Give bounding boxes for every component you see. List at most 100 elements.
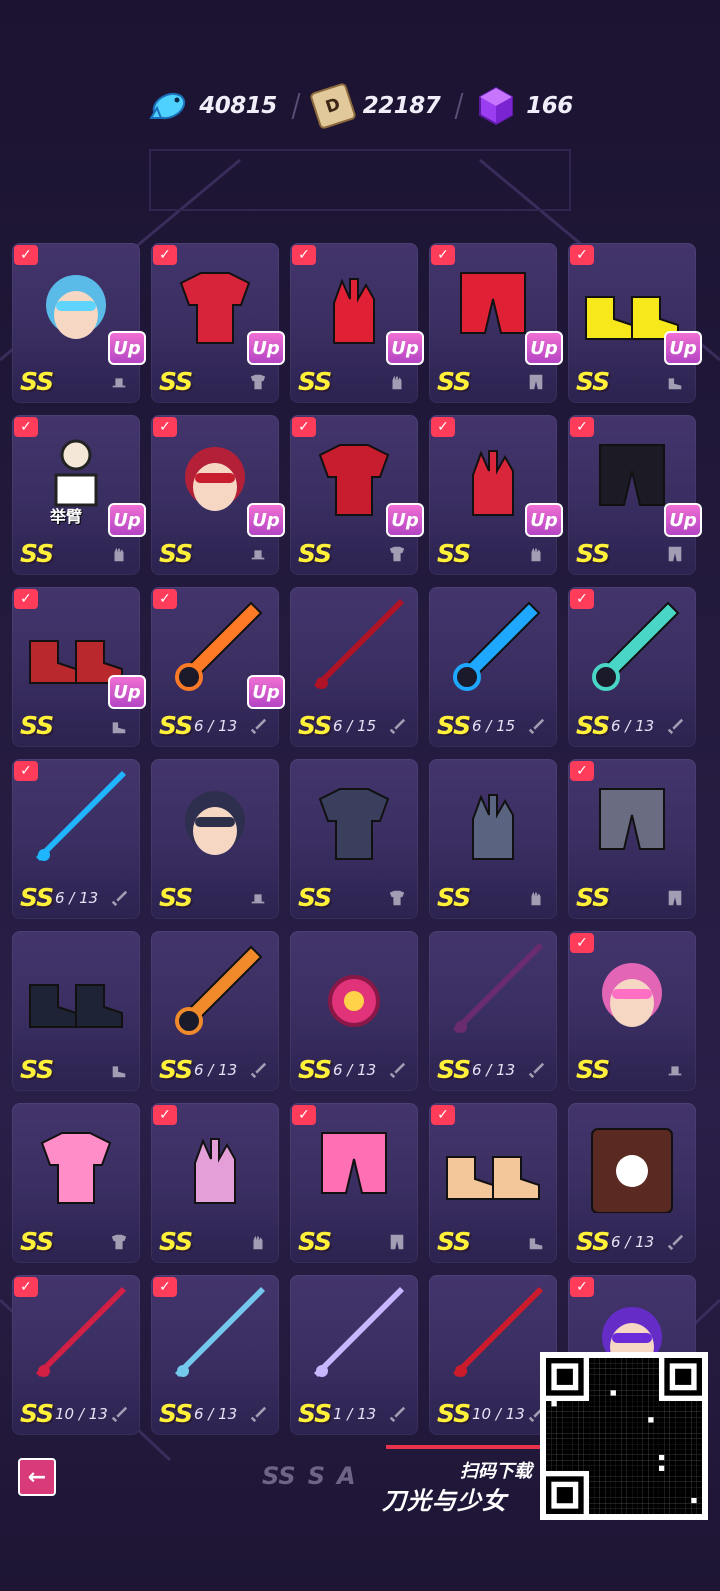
item-shuriken-spear[interactable]: ✓ SS 6 / 13	[12, 759, 140, 919]
item-christmas-coat[interactable]: ✓ Up SS	[290, 415, 424, 575]
item-christmas-gloves[interactable]: ✓ Up SS	[429, 415, 563, 575]
owned-check-icon: ✓	[431, 245, 455, 265]
item-christmas-boots[interactable]: ✓ Up SS	[12, 587, 146, 747]
item-crimson-katana[interactable]: SS 6 / 15	[290, 587, 418, 747]
item-pink-hair-image	[602, 963, 662, 1027]
upgrade-badge: Up	[247, 675, 285, 709]
item-red-bodysuit[interactable]: ✓ Up SS	[151, 243, 285, 403]
owned-check-icon: ✓	[292, 417, 316, 437]
owned-check-icon: ✓	[14, 761, 38, 781]
item-spiked-mace-image	[36, 1287, 126, 1377]
grade-label: SS	[298, 883, 332, 912]
item-yoyo-image	[328, 975, 380, 1027]
item-pink-shorts[interactable]: ✓ SS	[290, 1103, 418, 1263]
grade-label: SS	[437, 367, 471, 396]
grade-filter-bar: SS S A	[262, 1462, 356, 1490]
item-gold-bracelets[interactable]: ✓ SS	[151, 1103, 279, 1263]
item-candy-sword[interactable]: ✓ SS 6 / 13	[568, 587, 696, 747]
glove-slot-icon	[253, 1235, 263, 1250]
item-carrot-sword[interactable]: ✓ Up SS 6 / 13	[151, 587, 285, 747]
shoe-slot-icon	[112, 1066, 126, 1078]
top-slot-icon	[111, 1234, 127, 1250]
grade-label: SS	[437, 1055, 471, 1084]
grade-label: SS	[437, 711, 471, 740]
item-yoyo[interactable]: SS 6 / 13	[290, 931, 418, 1091]
item-lance[interactable]: SS 1 / 13	[290, 1275, 418, 1435]
upgrade-badge: Up	[386, 503, 424, 537]
grade-label: SS	[298, 367, 332, 396]
back-button[interactable]: ←	[18, 1458, 56, 1496]
item-mecha-boots[interactable]: SS	[12, 931, 140, 1091]
upgrade-badge: Up	[247, 331, 285, 365]
currency-cube: 166	[474, 84, 573, 128]
owned-check-icon: ✓	[570, 417, 594, 437]
item-lance-image	[314, 1287, 404, 1377]
qr-code[interactable]	[540, 1352, 708, 1520]
grade-label: SS	[159, 1227, 193, 1256]
owned-check-icon: ✓	[153, 1277, 177, 1297]
owned-check-icon: ✓	[14, 245, 38, 265]
grade-label: SS	[20, 711, 54, 740]
fish-coin-icon	[149, 92, 186, 120]
sword-slot-icon	[250, 1062, 267, 1079]
item-mecha-gauntlet[interactable]: SS	[429, 759, 557, 919]
filter-a[interactable]: A	[337, 1462, 356, 1490]
item-cyber-blade[interactable]: SS 6 / 15	[429, 587, 557, 747]
item-crimson-katana-image	[314, 599, 404, 689]
currency-bar: 40815 D 22187 166	[0, 78, 720, 134]
grade-label: SS	[298, 1227, 332, 1256]
owned-check-icon: ✓	[570, 1277, 594, 1297]
filter-ss[interactable]: SS	[262, 1462, 296, 1490]
owned-check-icon: ✓	[153, 245, 177, 265]
item-mecha-greaves-image	[599, 788, 665, 850]
shard-count: 6 / 13	[194, 1061, 238, 1079]
item-yellow-shoes[interactable]: ✓ Up SS	[568, 243, 702, 403]
grade-label: SS	[576, 1227, 610, 1256]
upgrade-badge: Up	[386, 331, 424, 365]
shoe-slot-icon	[529, 1238, 543, 1250]
shard-count: 6 / 13	[194, 1405, 238, 1423]
grade-label: SS	[20, 1399, 54, 1428]
item-snowflake-staff[interactable]: ✓ SS 6 / 13	[151, 1275, 279, 1435]
item-reindeer-hat[interactable]: ✓ Up SS	[151, 415, 285, 575]
item-bunny-bag-image	[591, 1128, 673, 1213]
item-mecha-armor-image	[318, 788, 390, 860]
item-raise-arm-emote[interactable]: 举臂 ✓ Up SS	[12, 415, 146, 575]
item-mecha-greaves[interactable]: ✓ SS	[568, 759, 696, 919]
grade-label: SS	[576, 1055, 610, 1084]
item-dark-scythe[interactable]: SS 6 / 13	[429, 931, 557, 1091]
upgrade-badge: Up	[664, 503, 702, 537]
owned-check-icon: ✓	[570, 589, 594, 609]
hat-slot-icon	[112, 378, 126, 388]
item-red-hammer[interactable]: SS 10 / 13	[429, 1275, 557, 1435]
item-red-shorts[interactable]: ✓ Up SS	[429, 243, 563, 403]
grade-label: SS	[159, 539, 193, 568]
item-visor-helmet[interactable]: ✓ Up SS	[12, 243, 146, 403]
item-dark-scythe-image	[453, 943, 543, 1033]
grade-label: SS	[20, 367, 54, 396]
grade-label: SS	[159, 367, 193, 396]
item-angel-boots[interactable]: ✓ SS	[429, 1103, 557, 1263]
grade-label: SS	[437, 1399, 471, 1428]
shard-count: 10 / 13	[472, 1405, 525, 1423]
filter-s[interactable]: S	[308, 1462, 325, 1490]
item-bunny-bag[interactable]: SS 6 / 13	[568, 1103, 696, 1263]
hat-slot-icon	[251, 894, 265, 904]
grade-label: SS	[298, 539, 332, 568]
item-flame-blade[interactable]: SS 6 / 13	[151, 931, 279, 1091]
item-pink-hair[interactable]: ✓ SS	[568, 931, 696, 1091]
item-pink-angel-dress[interactable]: SS	[12, 1103, 140, 1263]
bottom-slot-icon	[529, 374, 543, 390]
item-mecha-helmet[interactable]: SS	[151, 759, 279, 919]
upgrade-badge: Up	[525, 331, 563, 365]
currency-fish: 40815	[147, 84, 301, 128]
owned-check-icon: ✓	[570, 761, 594, 781]
owned-check-icon: ✓	[570, 933, 594, 953]
item-black-shorts[interactable]: ✓ Up SS	[568, 415, 702, 575]
item-red-gauntlet[interactable]: ✓ Up SS	[290, 243, 424, 403]
item-spiked-mace[interactable]: ✓ SS 10 / 13	[12, 1275, 140, 1435]
d-ticket-value: 22187	[362, 93, 441, 119]
item-mecha-armor[interactable]: SS	[290, 759, 418, 919]
item-snowflake-staff-image	[175, 1287, 265, 1377]
item-mecha-gauntlet-image	[472, 794, 514, 860]
